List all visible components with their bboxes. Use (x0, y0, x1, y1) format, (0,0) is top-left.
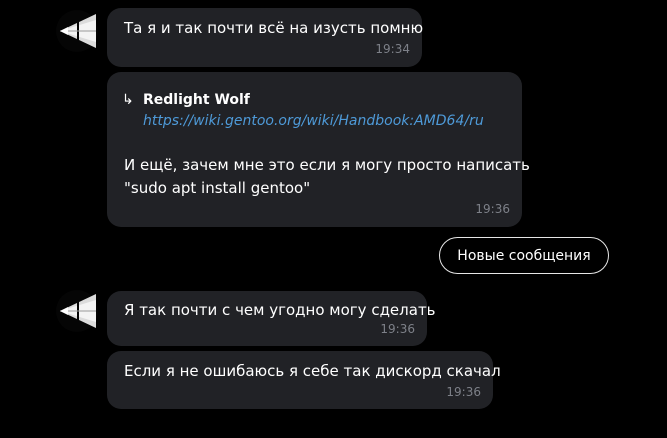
arrow-logo-icon (60, 14, 96, 48)
message-timestamp: 19:36 (380, 322, 415, 336)
chat-view: Та я и так почти всё на изусть помню 19:… (0, 0, 667, 438)
reply-arrow-icon: ↳ (122, 92, 134, 108)
message-bubble[interactable]: Если я не ошибаюсь я себе так дискорд ск… (107, 351, 501, 409)
message-text-line: И ещё, зачем мне это если я могу просто … (124, 156, 530, 174)
message-timestamp: 19:34 (375, 42, 410, 56)
reply-link[interactable]: https://wiki.gentoo.org/wiki/Handbook:AM… (143, 113, 484, 129)
arrow-logo-icon (60, 294, 96, 328)
message-bubble[interactable]: Та я и так почти всё на изусть помню 19:… (107, 8, 424, 67)
message-text-line: "sudo apt install gentoo" (124, 179, 311, 197)
message-timestamp: 19:36 (446, 385, 481, 399)
message-timestamp: 19:36 (475, 202, 510, 216)
message-text: Если я не ошибаюсь я себе так дискорд ск… (124, 362, 501, 380)
message-text: Я так почти с чем угодно могу сделать (124, 301, 436, 319)
user-avatar[interactable] (56, 10, 98, 52)
reply-author[interactable]: Redlight Wolf (143, 92, 250, 108)
message-bubble-reply[interactable]: ↳ Redlight Wolf https://wiki.gentoo.org/… (107, 72, 530, 227)
user-avatar[interactable] (56, 290, 98, 332)
message-bubble[interactable]: Я так почти с чем угодно могу сделать 19… (107, 291, 436, 346)
new-messages-button[interactable]: Новые сообщения (439, 237, 609, 274)
message-text: Та я и так почти всё на изусть помню (124, 19, 424, 37)
